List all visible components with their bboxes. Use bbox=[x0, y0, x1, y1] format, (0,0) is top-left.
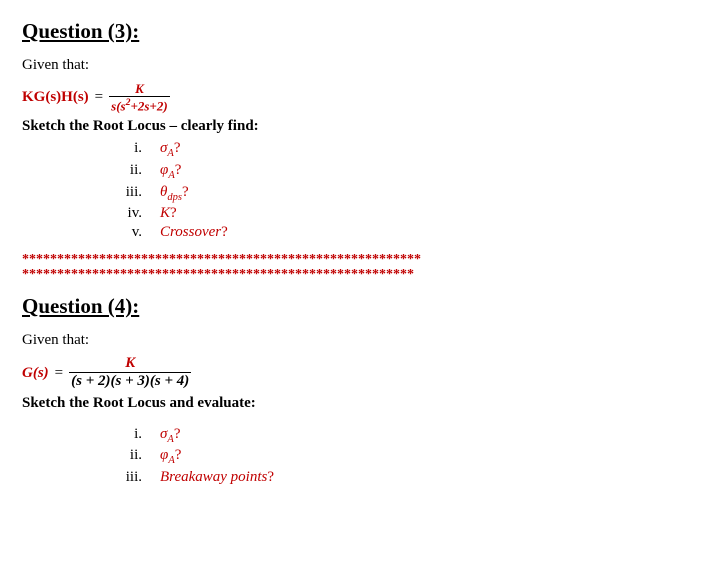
item-number: ii. bbox=[110, 447, 142, 464]
list-item: iv. K? bbox=[110, 205, 701, 222]
q4-given-label: Given that: bbox=[22, 332, 701, 349]
item-number: i. bbox=[110, 140, 142, 157]
item-symbol: K bbox=[160, 205, 170, 221]
q3-den-post: +2s+2) bbox=[130, 98, 167, 113]
question-3-heading: Question (3): bbox=[22, 20, 701, 43]
q3-given-label: Given that: bbox=[22, 57, 701, 74]
q4-eq-sign: = bbox=[55, 365, 63, 382]
item-tail: ? bbox=[174, 140, 181, 156]
item-number: ii. bbox=[110, 162, 142, 179]
item-tail: ? bbox=[182, 184, 189, 200]
separator-line-1: ****************************************… bbox=[22, 252, 701, 267]
list-item: v. Crossover? bbox=[110, 224, 701, 241]
q4-items: i. σA? ii. φA? iii. Breakaway points? bbox=[110, 426, 701, 486]
item-number: iii. bbox=[110, 469, 142, 486]
item-number: iv. bbox=[110, 205, 142, 222]
list-item: i. σA? bbox=[110, 140, 701, 160]
separator-line-2: ****************************************… bbox=[22, 267, 701, 282]
q3-frac-line bbox=[109, 96, 170, 97]
q3-instruction: Sketch the Root Locus – clearly find: bbox=[22, 118, 701, 135]
list-item: ii. φA? bbox=[110, 162, 701, 182]
q3-lhs: KG(s)H(s) bbox=[22, 89, 89, 106]
item-subscript: dps bbox=[167, 192, 182, 203]
question-4-heading: Question (4): bbox=[22, 295, 701, 318]
q3-numerator: K bbox=[133, 82, 146, 95]
item-tail: ? bbox=[175, 447, 182, 463]
q3-eq-sign: = bbox=[95, 89, 103, 106]
list-item: iii. Breakaway points? bbox=[110, 469, 701, 486]
q4-equation: G(s) = K (s + 2)(s + 3)(s + 4) bbox=[22, 356, 701, 389]
q3-denominator: s(s2+2s+2) bbox=[109, 98, 170, 112]
item-tail: ? bbox=[170, 205, 177, 221]
q3-equation: KG(s)H(s) = K s(s2+2s+2) bbox=[22, 82, 701, 112]
q3-items: i. σA? ii. φA? iii. θdps? iv. K? v. Cros… bbox=[110, 140, 701, 240]
list-item: iii. θdps? bbox=[110, 184, 701, 204]
list-item: ii. φA? bbox=[110, 447, 701, 467]
item-tail: ? bbox=[221, 224, 228, 240]
item-symbol: Breakaway points bbox=[160, 469, 267, 485]
q4-denominator: (s + 2)(s + 3)(s + 4) bbox=[69, 374, 191, 389]
item-number: v. bbox=[110, 224, 142, 241]
list-item: i. σA? bbox=[110, 426, 701, 446]
q3-den-pre: s(s bbox=[111, 98, 125, 113]
q4-lhs: G(s) bbox=[22, 365, 49, 382]
q4-instruction: Sketch the Root Locus and evaluate: bbox=[22, 395, 701, 412]
item-number: iii. bbox=[110, 184, 142, 201]
item-number: i. bbox=[110, 426, 142, 443]
item-tail: ? bbox=[175, 162, 182, 178]
item-symbol: Crossover bbox=[160, 224, 221, 240]
item-tail: ? bbox=[174, 426, 181, 442]
q4-fraction: K (s + 2)(s + 3)(s + 4) bbox=[69, 356, 191, 389]
q4-numerator: K bbox=[123, 356, 137, 371]
q3-fraction: K s(s2+2s+2) bbox=[109, 82, 170, 112]
item-tail: ? bbox=[267, 469, 274, 485]
